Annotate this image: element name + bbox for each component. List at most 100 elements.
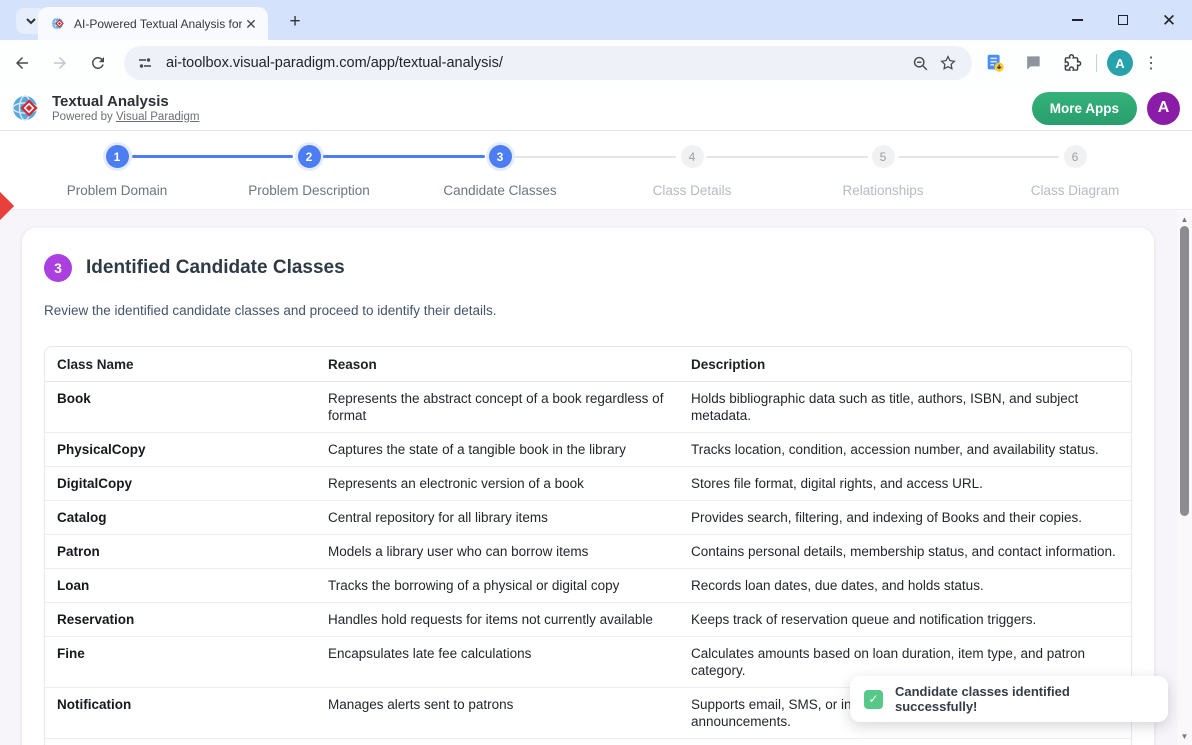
tab-title: AI-Powered Textual Analysis for	[74, 17, 242, 31]
success-toast: ✓ Candidate classes identified successfu…	[850, 676, 1168, 722]
step-candidate-classes[interactable]: 3 Candidate Classes	[405, 145, 595, 198]
class-name-cell: Patron	[45, 535, 316, 569]
maximize-button[interactable]	[1100, 0, 1146, 40]
description-cell: Provides search, filtering, and indexing…	[679, 501, 1131, 535]
new-tab-button[interactable]: +	[282, 9, 308, 35]
step-label: Candidate Classes	[405, 183, 595, 198]
app-title: Textual Analysis	[52, 93, 199, 111]
check-icon: ✓	[864, 690, 883, 709]
back-icon	[13, 54, 31, 72]
description-cell: Holds bibliographic data such as title, …	[679, 382, 1131, 433]
step-label: Class Details	[597, 183, 787, 198]
table-header-row: Class Name Reason Description	[45, 347, 1131, 382]
class-name-cell: Loan	[45, 569, 316, 603]
back-button[interactable]	[6, 47, 38, 79]
step-circle[interactable]: 4	[681, 145, 704, 168]
translate-doc-icon	[984, 52, 1006, 74]
close-icon: ✕	[1162, 12, 1176, 29]
step-circle[interactable]: 2	[298, 145, 321, 168]
class-name-cell: DigitalCopy	[45, 467, 316, 501]
table-row: PhysicalCopy Captures the state of a tan…	[45, 433, 1131, 467]
class-name-cell: Book	[45, 382, 316, 433]
user-avatar[interactable]: A	[1147, 92, 1180, 125]
class-name-cell: Catalog	[45, 501, 316, 535]
more-apps-button[interactable]: More Apps	[1032, 92, 1137, 125]
tune-icon	[137, 55, 153, 71]
table-row: Patron Models a library user who can bor…	[45, 535, 1131, 569]
bookmark-star-icon	[939, 54, 957, 72]
reason-cell: Handles hold requests for items not curr…	[316, 603, 679, 637]
toast-message: Candidate classes identified successfull…	[895, 684, 1154, 714]
comment-icon	[1023, 53, 1043, 73]
column-class-name: Class Name	[45, 347, 316, 382]
table-row: Reservation Handles hold requests for it…	[45, 603, 1131, 637]
maximize-icon	[1118, 15, 1128, 25]
feedback-button[interactable]	[1018, 48, 1048, 78]
step-label: Class Diagram	[980, 183, 1170, 198]
translate-page-button[interactable]	[980, 48, 1010, 78]
app-titles: Textual Analysis Powered by Visual Parad…	[52, 93, 199, 123]
description-cell: Stores file format, digital rights, and …	[679, 467, 1131, 501]
extensions-puzzle-icon	[1061, 53, 1082, 74]
step-label: Relationships	[788, 183, 978, 198]
description-cell: Contains personal details, membership st…	[679, 535, 1131, 569]
step-circle[interactable]: 5	[872, 145, 895, 168]
active-tab[interactable]: AI-Powered Textual Analysis for ✕	[38, 7, 268, 40]
candidate-classes-card: 3 Identified Candidate Classes Review th…	[22, 228, 1154, 745]
step-problem-domain[interactable]: 1 Problem Domain	[22, 145, 212, 198]
step-circle[interactable]: 6	[1064, 145, 1087, 168]
minimize-button[interactable]	[1054, 0, 1100, 40]
url-bar[interactable]: ai-toolbox.visual-paradigm.com/app/textu…	[124, 46, 972, 80]
class-name-cell: PhysicalCopy	[45, 433, 316, 467]
column-description: Description	[679, 347, 1131, 382]
step-label: Problem Description	[214, 183, 404, 198]
scroll-up-icon[interactable]: ▲	[1177, 212, 1192, 226]
forward-button[interactable]	[44, 47, 76, 79]
scrollbar-thumb[interactable]	[1180, 226, 1189, 516]
class-name-cell: Notification	[45, 688, 316, 739]
step-circle[interactable]: 3	[489, 145, 512, 168]
tab-close-icon[interactable]: ✕	[242, 15, 260, 33]
reason-cell: Tracks the borrowing of a physical or di…	[316, 569, 679, 603]
tab-search-chevron-icon	[25, 15, 37, 27]
step-circle[interactable]: 1	[106, 145, 129, 168]
extensions-button[interactable]	[1056, 48, 1086, 78]
description-cell: Keeps track of reservation queue and not…	[679, 603, 1131, 637]
reload-button[interactable]	[82, 47, 114, 79]
reload-icon	[89, 54, 107, 72]
class-name-cell: UserAccount	[45, 739, 316, 745]
table-row: Book Represents the abstract concept of …	[45, 382, 1131, 433]
reason-cell: Manages alerts sent to patrons	[316, 688, 679, 739]
site-settings-button[interactable]	[132, 50, 158, 76]
browser-profile-avatar[interactable]: A	[1107, 50, 1133, 76]
header-right: More Apps A	[1032, 92, 1182, 125]
reason-cell: Captures the state of a tangible book in…	[316, 433, 679, 467]
close-button[interactable]: ✕	[1146, 0, 1192, 40]
page-scrollbar[interactable]: ▲ ▼	[1177, 210, 1192, 745]
scroll-down-icon[interactable]: ▼	[1177, 729, 1192, 743]
powered-by-prefix: Powered by	[52, 111, 116, 123]
step-relationships[interactable]: 5 Relationships	[788, 145, 978, 198]
kebab-menu-icon[interactable]: ⋮	[1143, 53, 1159, 73]
step-class-details[interactable]: 4 Class Details	[597, 145, 787, 198]
app-header: Textual Analysis Powered by Visual Parad…	[0, 86, 1192, 131]
column-reason: Reason	[316, 347, 679, 382]
description-cell: Stores credentials, password hash, and s…	[679, 739, 1131, 745]
bookmark-button[interactable]	[934, 49, 962, 77]
minimize-icon	[1072, 19, 1083, 20]
visual-paradigm-link[interactable]: Visual Paradigm	[116, 111, 200, 123]
reason-cell: Models a library user who can borrow ite…	[316, 535, 679, 569]
page-title: Identified Candidate Classes	[86, 257, 345, 279]
class-name-cell: Reservation	[45, 603, 316, 637]
description-cell: Tracks location, condition, accession nu…	[679, 433, 1131, 467]
page-content: 3 Identified Candidate Classes Review th…	[0, 210, 1192, 745]
step-problem-description[interactable]: 2 Problem Description	[214, 145, 404, 198]
class-name-cell: Fine	[45, 637, 316, 688]
toolbar-divider	[1096, 54, 1097, 72]
url-text[interactable]: ai-toolbox.visual-paradigm.com/app/textu…	[166, 55, 906, 71]
wizard-stepper: 1 Problem Domain 2 Problem Description 3…	[0, 131, 1192, 210]
zoom-button[interactable]	[906, 49, 934, 77]
browser-window: AI-Powered Textual Analysis for ✕ + ✕	[0, 0, 1192, 745]
powered-by: Powered by Visual Paradigm	[52, 111, 199, 123]
step-class-diagram[interactable]: 6 Class Diagram	[980, 145, 1170, 198]
